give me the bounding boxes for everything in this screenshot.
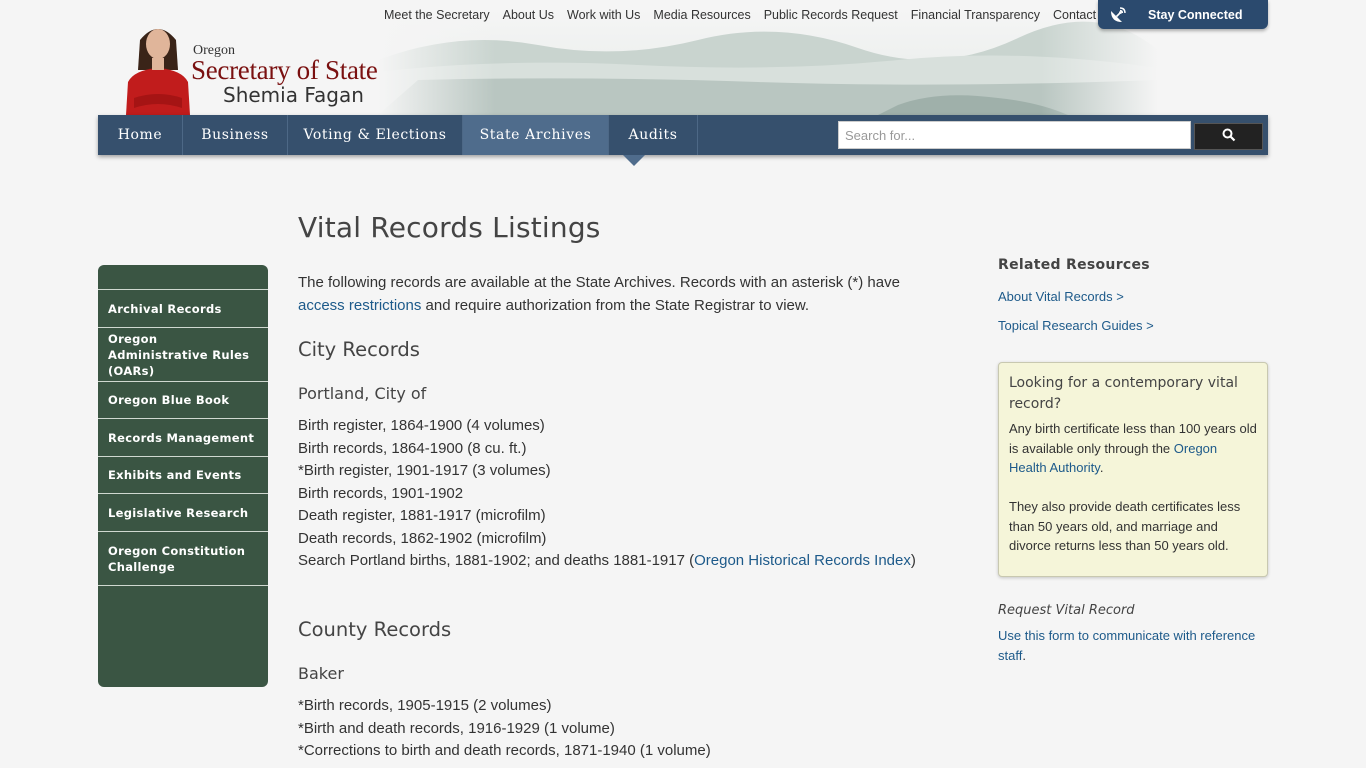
request-text-end: . xyxy=(1022,647,1026,663)
sidebar-header xyxy=(98,265,268,290)
logo-office: Secretary of State xyxy=(191,55,378,85)
utility-link-media-resources[interactable]: Media Resources xyxy=(653,6,750,24)
request-vital-record-text: Use this form to communicate with refere… xyxy=(998,626,1263,665)
contemporary-record-callout: Looking for a contemporary vital record?… xyxy=(998,362,1268,577)
search-portland-text-end: ) xyxy=(910,552,916,569)
sidebar-item-blue-book[interactable]: Oregon Blue Book xyxy=(98,382,268,419)
baker-records-list: *Birth records, 1905-1915 (2 volumes) *B… xyxy=(298,695,711,763)
secretary-portrait xyxy=(120,20,196,115)
search-icon xyxy=(1222,128,1236,145)
list-item: *Birth and death records, 1916-1929 (1 v… xyxy=(298,719,615,737)
sidebar-item-oars[interactable]: Oregon Administrative Rules (OARs) xyxy=(98,328,268,382)
intro-paragraph: The following records are available at t… xyxy=(298,271,938,317)
list-item: Birth records, 1864-1900 (8 cu. ft.) xyxy=(298,439,527,457)
nav-state-archives[interactable]: State Archives xyxy=(463,115,609,155)
nav-audits[interactable]: Audits xyxy=(609,115,698,155)
sidebar-item-constitution-challenge[interactable]: Oregon Constitution Challenge xyxy=(98,532,268,586)
list-item: *Birth register, 1901-1917 (3 volumes) xyxy=(298,462,551,479)
historical-records-index-link[interactable]: Oregon Historical Records Index xyxy=(694,552,911,569)
header-landscape-image xyxy=(378,10,1158,115)
sidebar-item-records-management[interactable]: Records Management xyxy=(98,419,268,457)
main-nav: Home Business Voting & Elections State A… xyxy=(98,115,1268,166)
list-item: Birth records, 1901-1902 xyxy=(298,484,464,502)
callout-paragraph-2: They also provide death certificates les… xyxy=(1009,499,1241,553)
stay-connected-label: Stay Connected xyxy=(1148,7,1243,22)
left-sidebar: Archival Records Oregon Administrative R… xyxy=(98,265,268,687)
access-restrictions-link[interactable]: access restrictions xyxy=(298,297,421,314)
utility-nav: Meet the Secretary About Us Work with Us… xyxy=(384,6,1128,24)
utility-link-about-us[interactable]: About Us xyxy=(503,6,554,24)
site-header: Oregon Secretary of State Shemia Fagan M… xyxy=(98,0,1268,115)
callout-text-end: . xyxy=(1099,460,1104,475)
related-resources-heading: Related Resources xyxy=(998,257,1150,273)
intro-text-end: and require authorization from the State… xyxy=(421,297,810,314)
stay-connected-button[interactable]: Stay Connected xyxy=(1098,0,1268,29)
utility-link-meet-secretary[interactable]: Meet the Secretary xyxy=(384,6,490,24)
callout-text: Any birth certificate less than 100 year… xyxy=(1009,421,1257,456)
reference-form-link[interactable]: Use this form to communicate with refere… xyxy=(998,628,1255,663)
search-button[interactable] xyxy=(1194,123,1263,150)
portland-heading: Portland, City of xyxy=(298,384,427,403)
intro-text: The following records are available at t… xyxy=(298,274,900,291)
list-item: *Corrections to birth and death records,… xyxy=(298,742,711,759)
city-records-heading: City Records xyxy=(298,338,420,361)
page-title: Vital Records Listings xyxy=(298,211,601,244)
sidebar-item-archival-records[interactable]: Archival Records xyxy=(98,290,268,328)
topical-research-guides-link[interactable]: Topical Research Guides > xyxy=(998,318,1154,333)
logo-official: Shemia Fagan xyxy=(223,83,364,107)
callout-title: Looking for a contemporary vital record? xyxy=(1009,375,1238,412)
list-item: *Birth records, 1905-1915 (2 volumes) xyxy=(298,697,552,714)
sidebar-item-exhibits-events[interactable]: Exhibits and Events xyxy=(98,457,268,494)
about-vital-records-link[interactable]: About Vital Records > xyxy=(998,289,1124,304)
nav-home[interactable]: Home xyxy=(98,115,183,155)
nav-active-indicator xyxy=(623,155,645,166)
callout-paragraph-1: Any birth certificate less than 100 year… xyxy=(1009,419,1257,478)
nav-voting-elections[interactable]: Voting & Elections xyxy=(288,115,463,155)
list-item: Birth register, 1864-1900 (4 volumes) xyxy=(298,417,545,434)
county-records-heading: County Records xyxy=(298,618,452,641)
utility-link-financial-transparency[interactable]: Financial Transparency xyxy=(911,6,1040,24)
request-vital-record-heading: Request Vital Record xyxy=(998,603,1135,618)
satellite-dish-icon xyxy=(1108,5,1128,25)
list-item: Death records, 1862-1902 (microfilm) xyxy=(298,529,547,547)
search-portland-text: Search Portland births, 1881-1902; and d… xyxy=(298,552,695,569)
list-item: Search Portland births, 1881-1902; and d… xyxy=(298,550,916,573)
search-input[interactable] xyxy=(838,121,1191,149)
list-item: Death register, 1881-1917 (microfilm) xyxy=(298,507,546,524)
utility-link-public-records[interactable]: Public Records Request xyxy=(764,6,898,24)
nav-business[interactable]: Business xyxy=(183,115,288,155)
baker-heading: Baker xyxy=(298,664,344,683)
sidebar-item-legislative-research[interactable]: Legislative Research xyxy=(98,494,268,532)
utility-link-work-with-us[interactable]: Work with Us xyxy=(567,6,640,24)
portland-records-list: Birth register, 1864-1900 (4 volumes) Bi… xyxy=(298,415,916,573)
